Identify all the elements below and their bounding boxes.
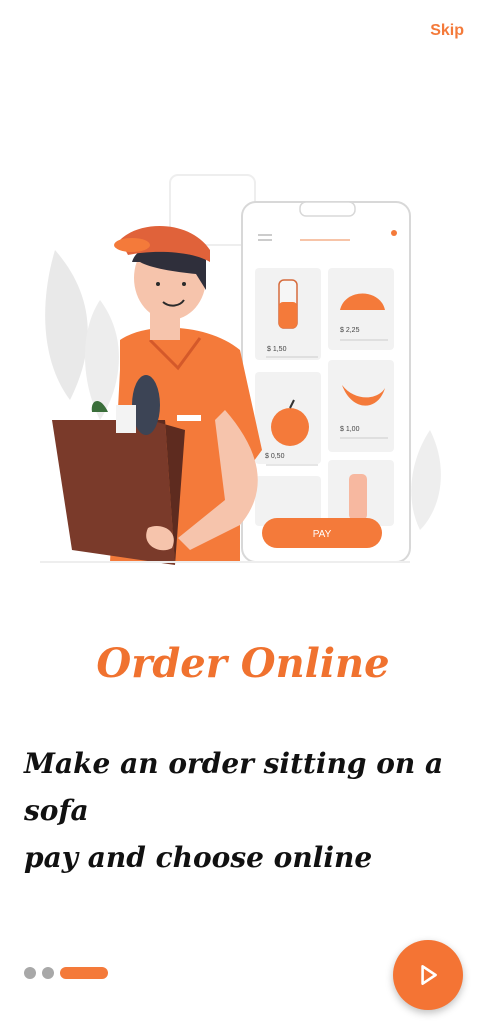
description-line: pay and choose online bbox=[24, 841, 373, 874]
price-label: $ 0,50 bbox=[265, 453, 285, 460]
pay-label: PAY bbox=[313, 529, 332, 540]
page-dot-active[interactable] bbox=[60, 967, 108, 979]
delivery-illustration: $ 1,50 $ 2,25 $ 0,50 $ 1,00 PAY bbox=[40, 174, 441, 565]
price-label: $ 1,50 bbox=[267, 346, 287, 353]
skip-button[interactable]: Skip bbox=[430, 22, 464, 40]
play-arrow-icon bbox=[421, 965, 437, 985]
description-line: sofa bbox=[24, 794, 89, 827]
page-indicator bbox=[24, 967, 108, 979]
price-label: $ 1,00 bbox=[340, 426, 360, 433]
page-dot[interactable] bbox=[42, 967, 54, 979]
onboarding-title: Order Online bbox=[96, 640, 390, 687]
page-dot[interactable] bbox=[24, 967, 36, 979]
next-button[interactable] bbox=[393, 940, 463, 1010]
onboarding-description: Make an order sitting on a sofa pay and … bbox=[24, 740, 464, 881]
price-label: $ 2,25 bbox=[340, 327, 360, 334]
description-line: Make an order sitting on a bbox=[24, 747, 444, 780]
